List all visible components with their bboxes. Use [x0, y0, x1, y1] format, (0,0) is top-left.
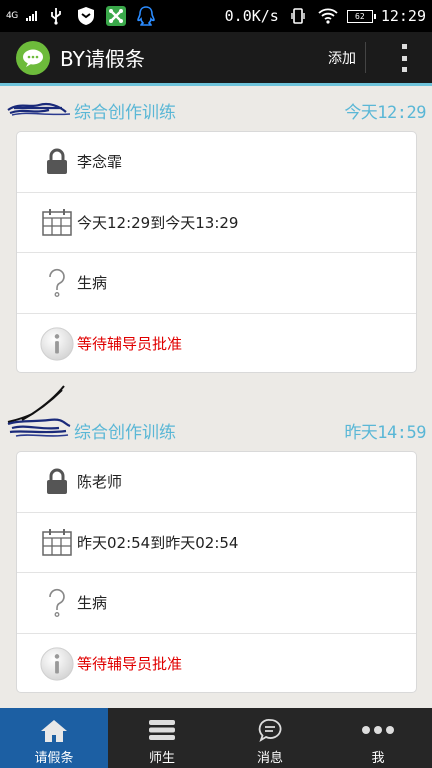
course-name: 综合创作训练 — [74, 103, 176, 123]
home-icon — [39, 718, 69, 748]
question-icon — [39, 585, 75, 621]
app-bar: BY请假条 添加 — [0, 32, 432, 86]
leave-status: 等待辅导员批准 — [77, 335, 183, 354]
shield-icon — [75, 5, 97, 27]
leave-header: 综合创作训练 今天12:29 — [0, 92, 432, 126]
list-icon — [148, 718, 176, 746]
clock: 12:29 — [380, 7, 426, 25]
nav-leave[interactable]: 请假条 — [0, 708, 108, 768]
network-speed: 0.0K/s — [224, 7, 279, 25]
more-dots-icon — [361, 724, 395, 739]
submit-time: 昨天14:59 — [344, 423, 426, 443]
nav-teachers-students[interactable]: 师生 — [108, 708, 216, 768]
wifi-icon — [317, 5, 339, 27]
leave-reason: 生病 — [77, 594, 108, 613]
overflow-menu-icon[interactable] — [398, 44, 410, 72]
leave-card[interactable]: 陈老师 昨天02:54到昨天02:54 生病 等待辅导员批准 — [16, 451, 417, 693]
usb-icon — [45, 5, 67, 27]
status-row: 等待辅导员批准 — [17, 634, 416, 695]
leave-header: 综合创作训练 昨天14:59 — [0, 384, 432, 444]
leave-status: 等待辅导员批准 — [77, 655, 183, 674]
nav-label: 我 — [371, 751, 385, 766]
status-bar: 4G 0.0K/s 62 12:29 — [0, 0, 432, 32]
leave-period: 今天12:29到今天13:29 — [77, 213, 239, 232]
approver-name: 陈老师 — [77, 473, 123, 492]
calendar-icon — [39, 524, 75, 560]
lock-icon — [39, 464, 75, 500]
info-icon — [39, 646, 75, 682]
nav-label: 师生 — [148, 751, 175, 766]
status-row: 等待辅导员批准 — [17, 314, 416, 375]
avatar — [7, 385, 71, 437]
leave-reason: 生病 — [77, 274, 108, 293]
app-notification-icon — [105, 5, 127, 27]
reason-row: 生病 — [17, 253, 416, 314]
period-row: 今天12:29到今天13:29 — [17, 193, 416, 253]
approver-row: 李念霏 — [17, 132, 416, 193]
approver-row: 陈老师 — [17, 452, 416, 513]
network-type: 4G — [6, 11, 18, 21]
leave-card[interactable]: 李念霏 今天12:29到今天13:29 生病 等待辅导员批准 — [16, 131, 417, 373]
nav-label: 消息 — [256, 751, 283, 766]
nav-label: 请假条 — [34, 751, 74, 766]
nav-me[interactable]: 我 — [324, 708, 432, 768]
question-icon — [39, 265, 75, 301]
submit-time: 今天12:29 — [344, 103, 426, 123]
lock-icon — [39, 144, 75, 180]
leave-period: 昨天02:54到昨天02:54 — [77, 533, 239, 552]
qq-icon — [135, 5, 157, 27]
signal-icon — [25, 11, 37, 21]
app-logo-icon[interactable] — [16, 40, 50, 75]
bottom-nav: 请假条 师生 消息 我 — [0, 708, 432, 768]
course-name: 综合创作训练 — [74, 423, 176, 443]
nav-messages[interactable]: 消息 — [216, 708, 324, 768]
approver-name: 李念霏 — [77, 153, 123, 172]
info-icon — [39, 326, 75, 362]
app-title: BY请假条 — [60, 47, 145, 71]
reason-row: 生病 — [17, 573, 416, 634]
add-button[interactable]: 添加 — [328, 32, 356, 83]
chat-icon — [258, 718, 282, 746]
avatar — [7, 102, 71, 116]
vibrate-icon — [287, 5, 309, 27]
divider — [365, 42, 366, 73]
period-row: 昨天02:54到昨天02:54 — [17, 513, 416, 573]
calendar-icon — [39, 204, 75, 240]
battery-icon: 62 — [346, 9, 376, 23]
